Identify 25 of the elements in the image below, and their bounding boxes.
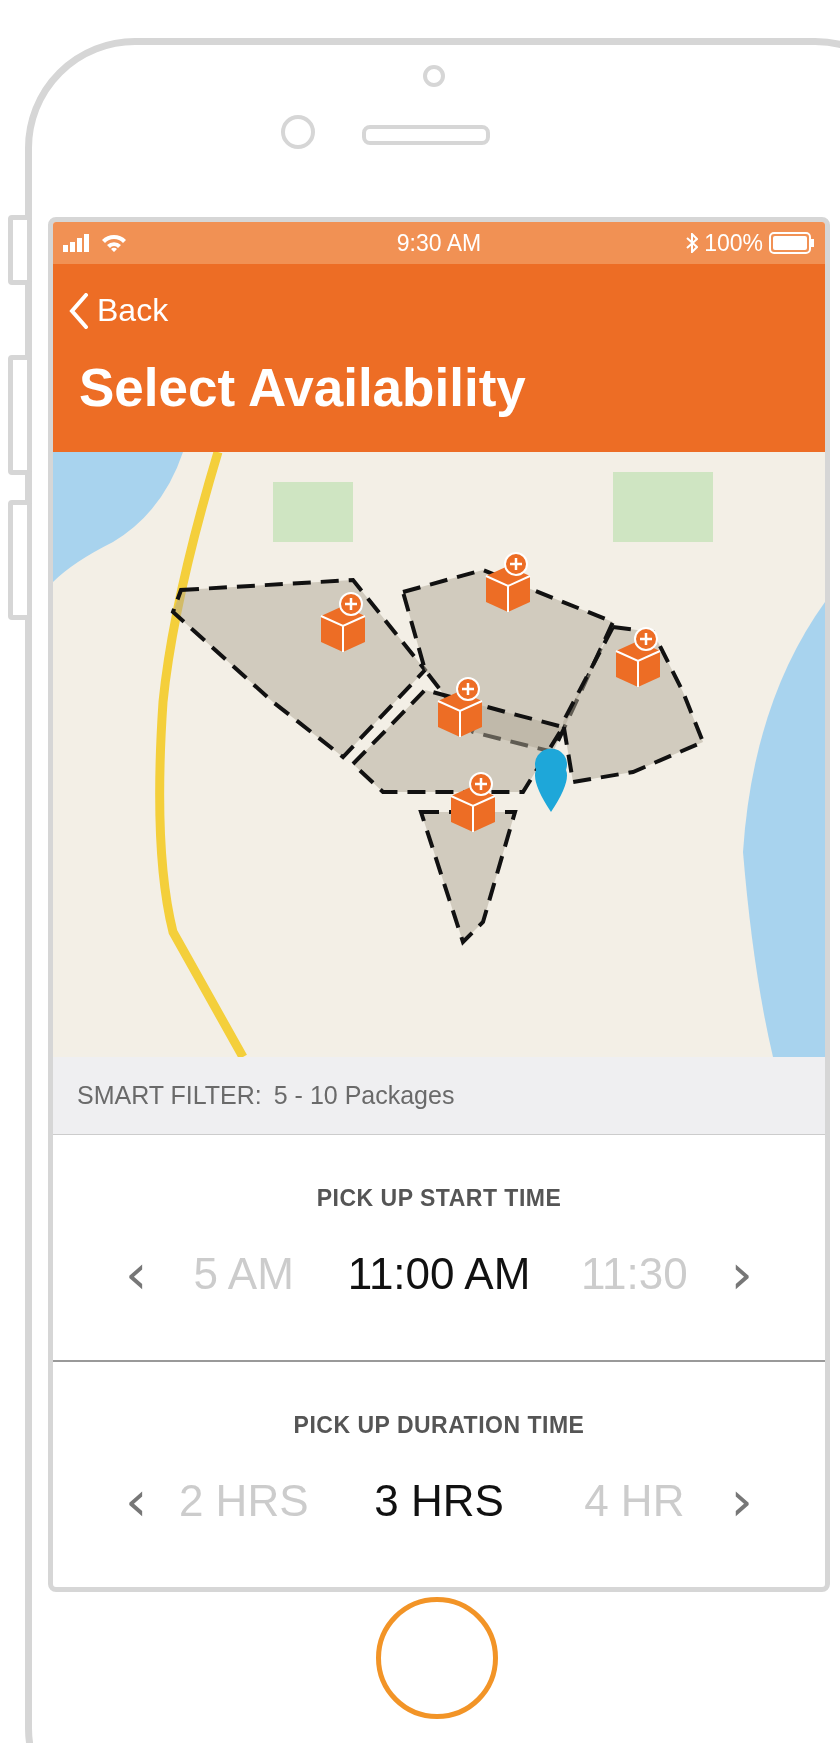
lens-icon (281, 115, 315, 149)
package-icon[interactable] (437, 677, 483, 738)
bluetooth-icon (686, 233, 699, 253)
battery-icon (769, 232, 815, 254)
delivery-zone[interactable] (170, 577, 428, 760)
filter-label: SMART FILTER: (77, 1081, 262, 1110)
delivery-zone[interactable] (418, 810, 518, 946)
battery-percent: 100% (704, 229, 763, 257)
location-pin-icon (535, 748, 567, 812)
previous-button[interactable]: ‹ (119, 1473, 154, 1529)
chevron-left-icon (69, 292, 89, 329)
back-button[interactable]: Back (69, 292, 169, 329)
picker-label: PICK UP START TIME (316, 1185, 562, 1212)
wifi-icon (101, 234, 127, 252)
camera-icon (423, 65, 445, 87)
picker-option[interactable]: 3 HRS (334, 1476, 544, 1526)
filter-value: 5 - 10 Packages (273, 1081, 455, 1110)
next-button[interactable]: › (724, 1473, 759, 1529)
package-icon[interactable] (615, 627, 661, 688)
page-title: Select Availability (79, 357, 527, 418)
status-time: 9:30 AM (396, 229, 482, 257)
previous-button[interactable]: ‹ (119, 1246, 154, 1302)
picker-option[interactable]: 11:00 AM (334, 1249, 544, 1299)
picker-label: PICK UP DURATION TIME (293, 1412, 585, 1439)
next-button[interactable]: › (724, 1246, 759, 1302)
